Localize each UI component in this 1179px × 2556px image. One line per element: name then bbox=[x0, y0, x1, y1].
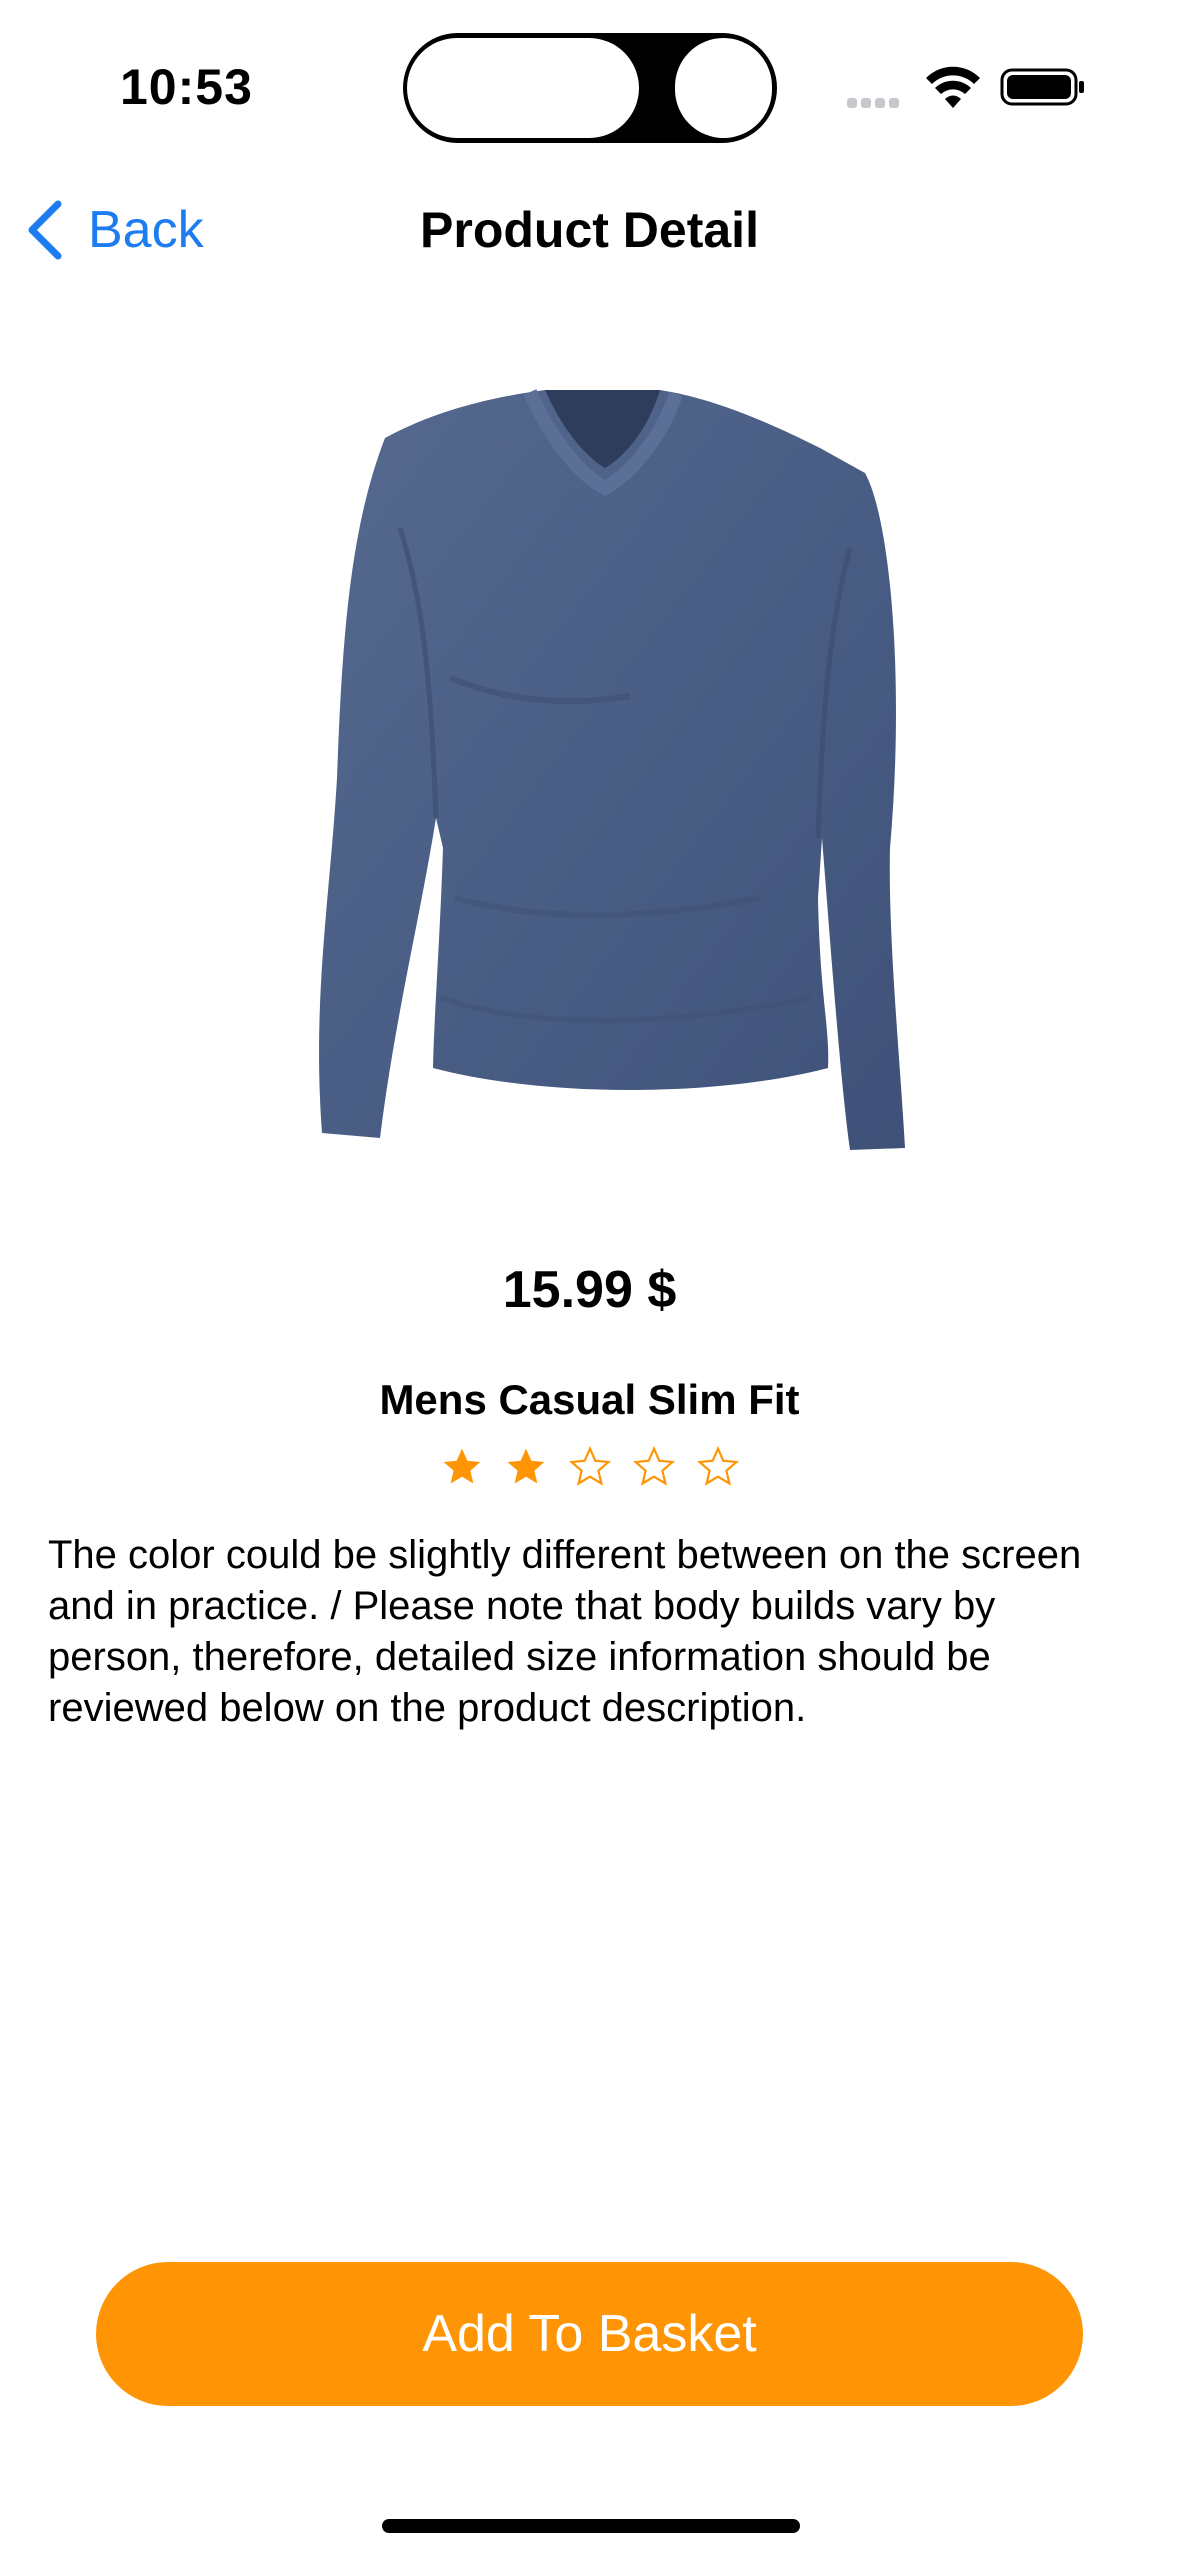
home-indicator[interactable] bbox=[382, 2519, 800, 2533]
page-title: Product Detail bbox=[420, 202, 759, 258]
star-outline-icon bbox=[697, 1445, 739, 1486]
tshirt-image bbox=[319, 389, 905, 1150]
product-description: The color could be slightly different be… bbox=[48, 1533, 1082, 1730]
dynamic-island bbox=[403, 33, 777, 143]
star-filled-icon bbox=[443, 1448, 481, 1484]
wifi-icon bbox=[926, 66, 980, 108]
star-filled-icon bbox=[507, 1448, 545, 1484]
back-label: Back bbox=[88, 201, 204, 259]
battery-icon bbox=[1000, 68, 1084, 106]
status-time: 10:53 bbox=[120, 59, 253, 115]
product-name: Mens Casual Slim Fit bbox=[379, 1376, 800, 1423]
add-to-basket-button[interactable]: Add To Basket bbox=[96, 2262, 1083, 2406]
star-rating bbox=[390, 1433, 790, 1503]
back-button[interactable]: Back bbox=[24, 192, 204, 268]
product-price: 15.99 $ bbox=[502, 1261, 677, 1319]
cellular-signal-icon bbox=[847, 95, 909, 108]
chevron-left-icon bbox=[28, 200, 62, 260]
star-outline-icon bbox=[569, 1445, 611, 1486]
star-outline-icon bbox=[633, 1445, 675, 1486]
